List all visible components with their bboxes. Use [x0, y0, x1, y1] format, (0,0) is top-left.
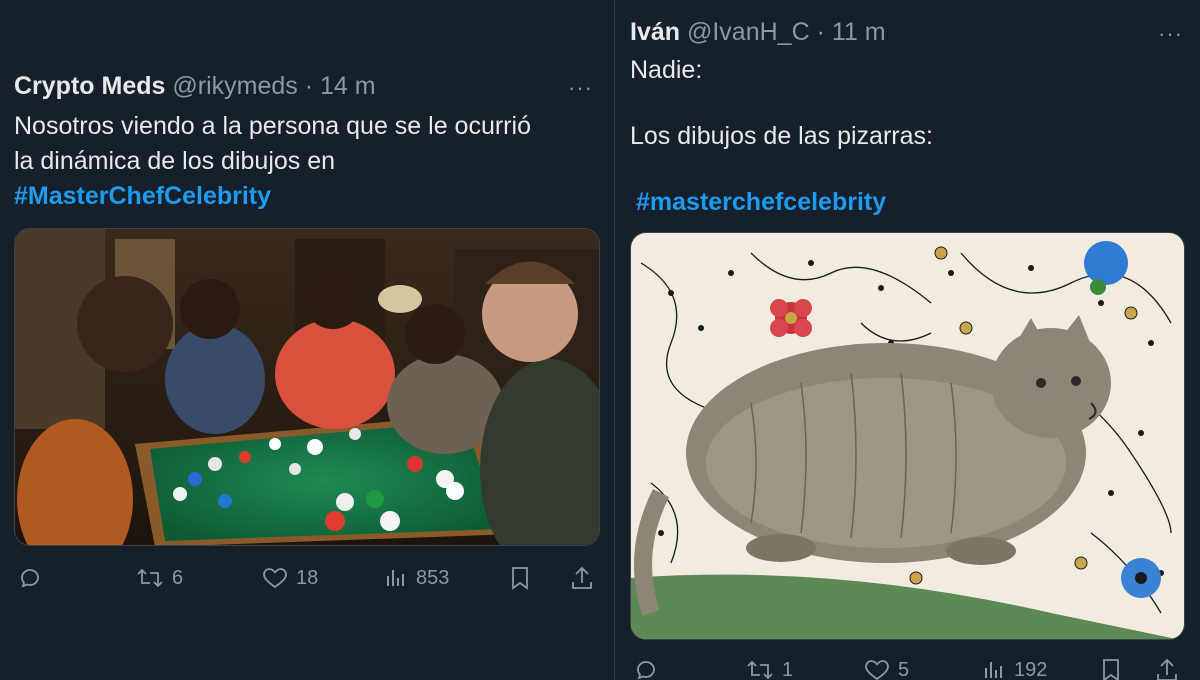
column-divider	[614, 0, 615, 680]
tweet-ivan[interactable]: Iván @IvanH_C · 11 m ··· Nadie: Los dibu…	[630, 0, 1190, 680]
tweet-text-line-2: la dinámica de los dibujos en	[14, 147, 336, 175]
share-button[interactable]	[570, 563, 594, 593]
bookmark-icon	[512, 567, 528, 590]
separator: ·	[304, 72, 314, 100]
separator: ·	[816, 18, 825, 46]
medieval-cat-illustration-icon	[631, 233, 1184, 639]
author-handle[interactable]: @rikymeds	[172, 72, 297, 100]
view-count: 192	[1014, 658, 1048, 680]
share-icon	[572, 566, 592, 589]
view-count: 853	[416, 566, 450, 589]
analytics-icon	[387, 570, 404, 586]
tweet-crypto-meds[interactable]: Crypto Meds @rikymeds · 14 m ··· Nosotro…	[14, 0, 600, 680]
reply-icon	[21, 569, 39, 588]
tweet-header: Iván @IvanH_C · 11 m	[630, 16, 886, 48]
tweet-text-line-1: Nosotros viendo a la persona que se le o…	[14, 112, 531, 140]
retweet-button[interactable]: 6	[136, 563, 183, 593]
timestamp[interactable]: 14 m	[320, 72, 376, 100]
reply-icon	[637, 661, 655, 680]
author-name[interactable]: Crypto Meds	[14, 72, 165, 100]
views-button[interactable]: 853	[384, 563, 449, 593]
bookmark-icon	[1103, 659, 1119, 680]
tweet-text-line-1: Nadie:	[630, 56, 703, 84]
tweet-image[interactable]	[630, 232, 1185, 640]
like-count: 18	[296, 566, 319, 589]
retweet-icon	[137, 568, 163, 588]
author-handle[interactable]: @IvanH_C	[687, 18, 810, 46]
more-options-icon[interactable]: ···	[1158, 23, 1183, 45]
retweet-button[interactable]: 1	[746, 655, 793, 680]
timestamp[interactable]: 11 m	[832, 18, 886, 46]
analytics-icon	[985, 662, 1002, 678]
heart-icon	[263, 568, 287, 589]
hashtag-link[interactable]: #masterchefcelebrity	[636, 186, 886, 218]
tweet-header: Crypto Meds @rikymeds · 14 m	[14, 70, 376, 102]
bookmark-button[interactable]	[509, 563, 531, 593]
tweet-text-line-2: Los dibujos de las pizarras:	[630, 122, 933, 150]
tweet-image[interactable]	[14, 228, 600, 546]
reply-button[interactable]	[18, 563, 50, 593]
like-count: 5	[898, 658, 910, 680]
retweet-count: 6	[172, 566, 184, 589]
hashtag-link[interactable]: #MasterChefCelebrity	[14, 180, 271, 212]
bookmark-button[interactable]	[1100, 655, 1122, 680]
like-button[interactable]: 18	[262, 563, 318, 593]
author-name[interactable]: Iván	[630, 18, 680, 46]
share-icon	[1157, 658, 1177, 680]
views-button[interactable]: 192	[982, 655, 1047, 680]
poker-table-photo-icon	[15, 229, 599, 545]
tweet-actions: 1 5 192	[630, 655, 1185, 680]
reply-button[interactable]	[634, 655, 666, 680]
heart-icon	[865, 660, 889, 680]
retweet-icon	[747, 660, 773, 680]
retweet-count: 1	[782, 658, 794, 680]
share-button[interactable]	[1155, 655, 1179, 680]
like-button[interactable]: 5	[864, 655, 909, 680]
tweet-actions: 6 18 853	[14, 563, 600, 593]
more-options-icon[interactable]: ···	[568, 77, 593, 99]
